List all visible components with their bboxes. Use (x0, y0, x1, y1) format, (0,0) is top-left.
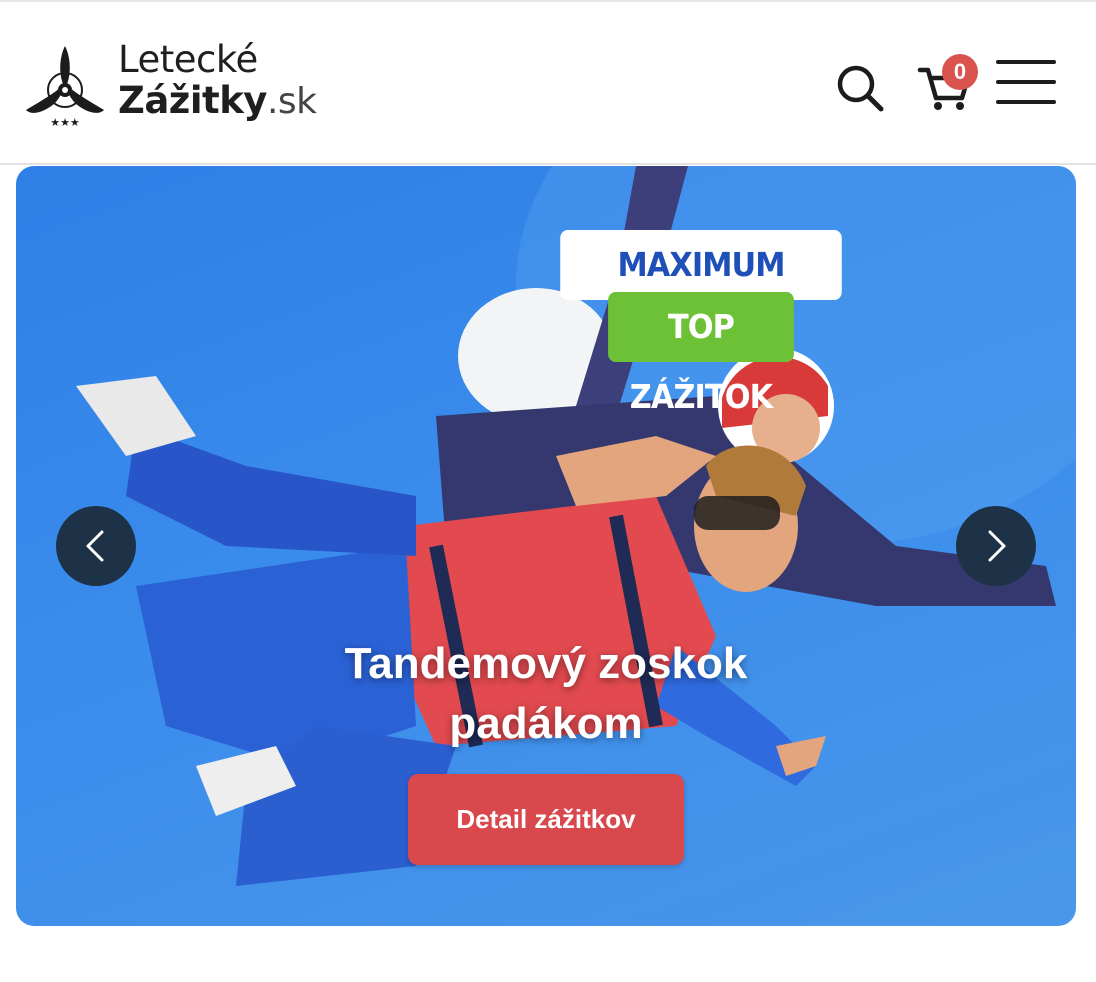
hamburger-menu-icon-bar (996, 100, 1056, 104)
logo-line-1: Letecké (118, 38, 258, 81)
chevron-right-icon (988, 530, 1006, 562)
logo-wordmark: Letecké Zážitky.sk (118, 38, 317, 123)
detail-button[interactable]: Detail zážitkov (408, 774, 684, 865)
cart-count-badge: 0 (942, 54, 978, 90)
site-header: ★★★ Letecké Zážitky.sk 0 (0, 0, 1096, 165)
logo-name: Zážitky (118, 79, 267, 122)
menu-button[interactable] (994, 60, 1058, 106)
page: ★★★ Letecké Zážitky.sk 0 MAXIMUM TOP ZÁŽ… (0, 0, 1096, 982)
site-logo[interactable]: ★★★ Letecké Zážitky.sk (24, 40, 324, 132)
search-icon (837, 65, 884, 112)
svg-text:★★★: ★★★ (50, 116, 80, 128)
hamburger-menu-icon (996, 60, 1056, 64)
slider-prev-button[interactable] (56, 506, 136, 586)
propeller-logo-icon: ★★★ (26, 46, 104, 128)
promo-badge-top: TOP ZÁŽITOK (608, 292, 794, 416)
search-button[interactable] (832, 60, 888, 116)
slider-next-button[interactable] (956, 506, 1036, 586)
cart-button[interactable]: 0 (916, 52, 980, 114)
logo-tld: .sk (266, 81, 317, 122)
chevron-left-icon (86, 530, 104, 562)
hero-title: Tandemový zoskok padákom (344, 639, 748, 748)
hamburger-menu-icon-bar (996, 80, 1056, 84)
logo-line-2: Zážitky.sk (118, 79, 317, 123)
promo-badge-maximum: MAXIMUM RADOSTI (560, 230, 842, 354)
hero-slider: MAXIMUM RADOSTI TOP ZÁŽITOK Tandemový zo… (16, 166, 1076, 926)
